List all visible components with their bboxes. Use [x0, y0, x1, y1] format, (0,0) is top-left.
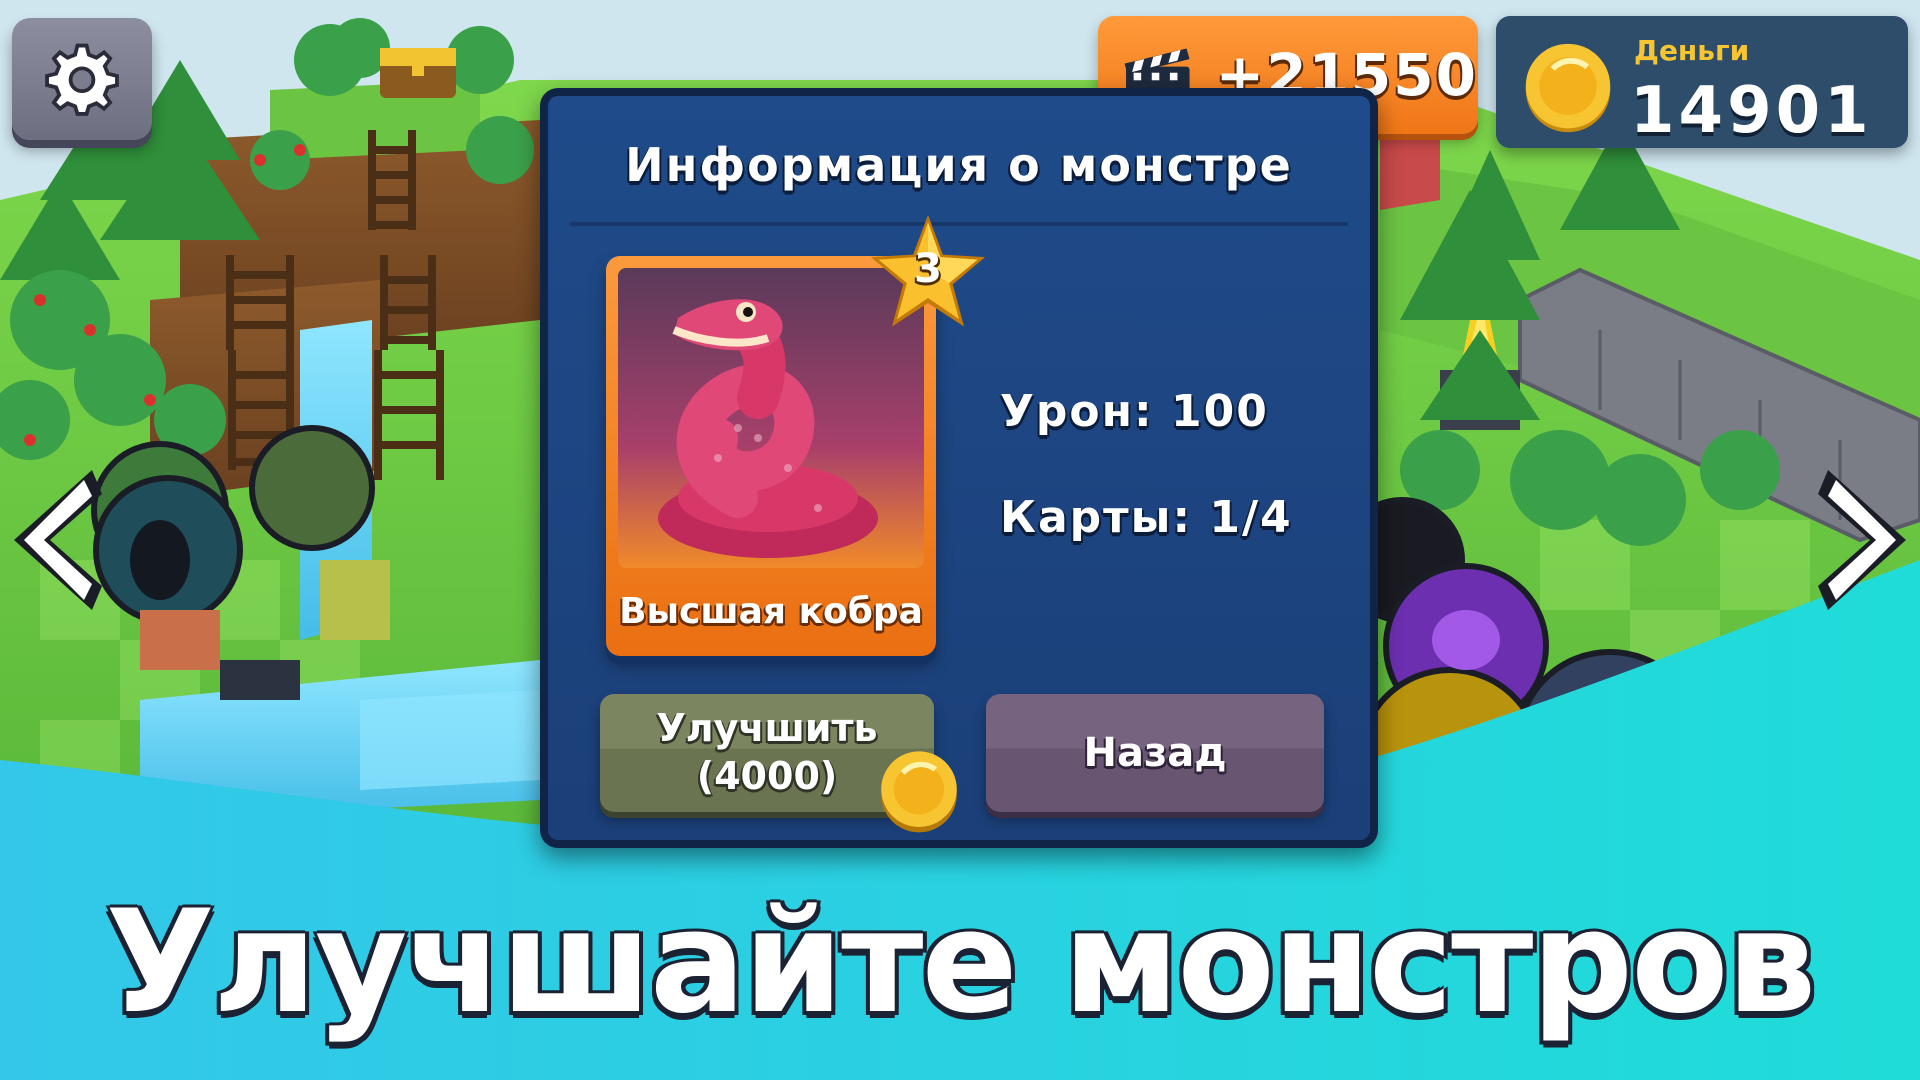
money-label: Деньги	[1634, 34, 1750, 67]
cards-stat: Карты: 1/4	[1000, 492, 1293, 543]
damage-stat: Урон: 100	[1000, 386, 1269, 437]
money-panel: Деньги 14901	[1496, 16, 1908, 148]
coin-icon	[881, 751, 957, 833]
settings-button[interactable]	[12, 18, 152, 140]
chevron-right-icon[interactable]	[1818, 460, 1914, 620]
monster-level: 3	[914, 246, 942, 292]
gear-icon	[45, 43, 119, 116]
back-label: Назад	[1083, 730, 1227, 776]
upgrade-button[interactable]: Улучшить (4000)	[600, 694, 957, 833]
upgrade-label: Улучшить	[656, 706, 878, 750]
back-button[interactable]: Назад	[986, 694, 1324, 812]
chevron-left-icon[interactable]	[6, 460, 102, 620]
dialog-title: Информация о монстре	[625, 138, 1293, 192]
promo-headline: Улучшайте монстров	[105, 880, 1817, 1045]
money-value: 14901	[1630, 74, 1873, 148]
monster-info-dialog: Информация о монстре Высшая кобра 3 Урон…	[540, 88, 1378, 848]
coin-icon	[1525, 43, 1611, 133]
level-star: 3	[866, 210, 990, 334]
monster-name: Высшая кобра	[619, 591, 923, 632]
